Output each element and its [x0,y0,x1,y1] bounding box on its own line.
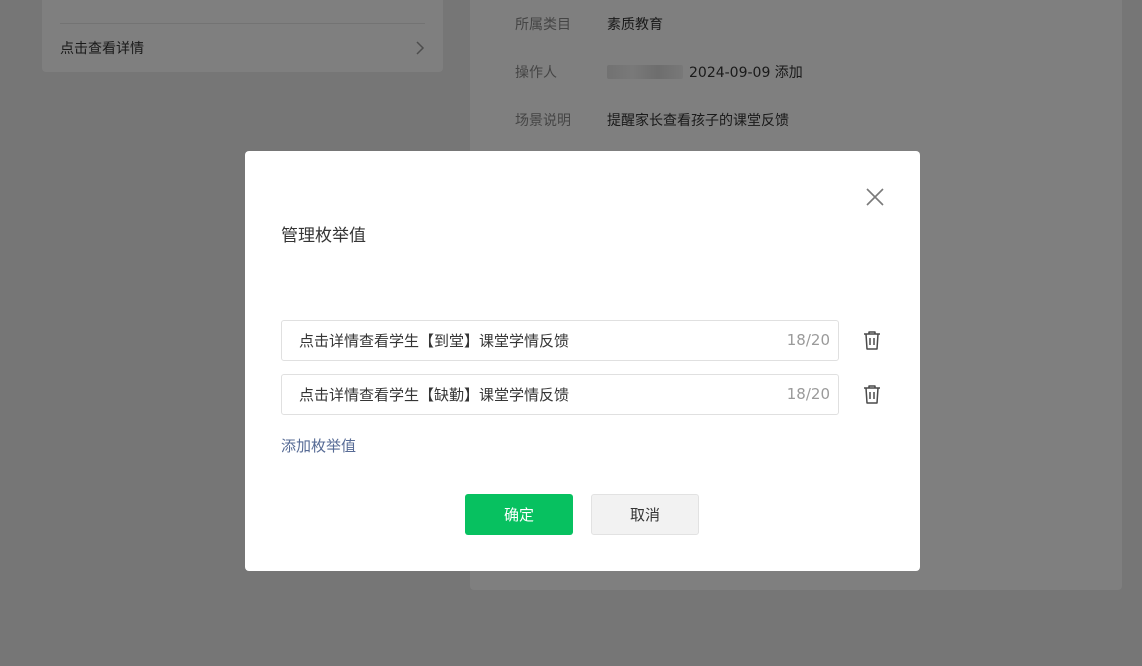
enum-item-row: 18/20 [281,320,891,361]
enum-field: 18/20 [281,374,839,415]
enum-item-row: 18/20 [281,374,891,415]
add-enum-link[interactable]: 添加枚举值 [281,435,356,456]
trash-icon [864,331,880,350]
manage-enum-dialog: 管理枚举值 18/20 18/20 添加枚举值 确定 取消 [245,151,920,571]
enum-field: 18/20 [281,320,839,361]
close-button[interactable] [863,185,887,209]
cancel-button[interactable]: 取消 [591,494,699,535]
enum-value-input[interactable] [282,375,772,414]
delete-enum-button[interactable] [861,329,883,351]
trash-icon [864,385,880,404]
dialog-title: 管理枚举值 [281,226,366,246]
char-count: 18/20 [786,385,830,403]
confirm-button[interactable]: 确定 [465,494,573,535]
delete-enum-button[interactable] [861,383,883,405]
close-icon [866,188,884,206]
enum-value-input[interactable] [282,321,772,360]
char-count: 18/20 [786,331,830,349]
